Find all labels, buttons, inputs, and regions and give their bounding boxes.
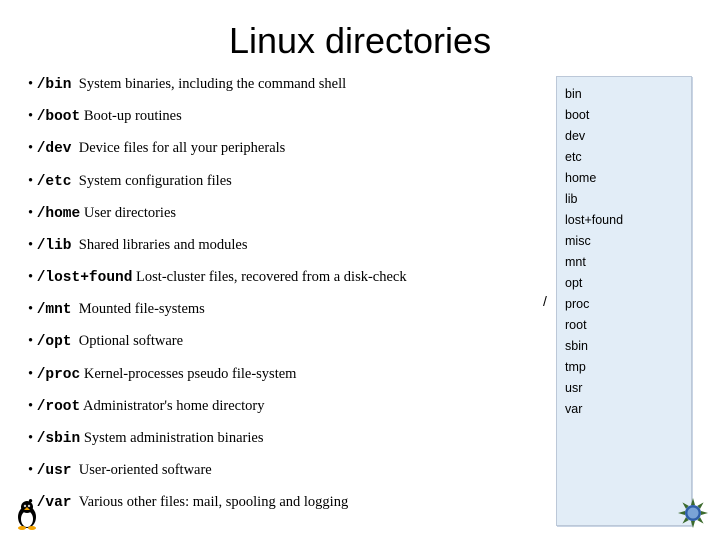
dir-desc: Mounted file-systems bbox=[79, 301, 205, 317]
tree-sidebar: / bin boot dev etc home lib lost+found m… bbox=[556, 76, 692, 526]
tree-item: boot bbox=[565, 104, 683, 125]
dir-desc: System configuration files bbox=[79, 173, 232, 189]
list-item: • /lost+found Lost-cluster files, recove… bbox=[28, 269, 544, 287]
tree-item: var bbox=[565, 398, 683, 419]
tree-item: sbin bbox=[565, 335, 683, 356]
list-item: • /sbin System administration binaries bbox=[28, 430, 544, 448]
list-item: • /dev Device files for all your periphe… bbox=[28, 140, 544, 158]
dir-desc: Various other files: mail, spooling and … bbox=[79, 494, 348, 510]
list-item: • /lib Shared libraries and modules bbox=[28, 237, 544, 255]
dir-desc: Optional software bbox=[79, 333, 183, 349]
dir-name: /var bbox=[37, 495, 72, 511]
tree-item: tmp bbox=[565, 356, 683, 377]
list-item: • /home User directories bbox=[28, 205, 544, 223]
dir-name: /sbin bbox=[37, 431, 81, 447]
tree-item: bin bbox=[565, 83, 683, 104]
tree-item: usr bbox=[565, 377, 683, 398]
dir-desc: Administrator's home directory bbox=[83, 398, 264, 414]
dir-name: /etc bbox=[37, 174, 72, 190]
tree-item: dev bbox=[565, 125, 683, 146]
list-item: • /mnt Mounted file-systems bbox=[28, 301, 544, 319]
dir-name: /lost+found bbox=[37, 270, 133, 286]
dir-name: /bin bbox=[37, 77, 72, 93]
dir-name: /lib bbox=[37, 238, 72, 254]
list-item: • /usr User-oriented software bbox=[28, 462, 544, 480]
tree-item: lost+found bbox=[565, 209, 683, 230]
tree-item: proc bbox=[565, 293, 683, 314]
dir-desc: System binaries, including the command s… bbox=[79, 76, 346, 92]
dir-desc: System administration binaries bbox=[84, 430, 264, 446]
dir-desc: User directories bbox=[84, 205, 176, 221]
dir-name: /dev bbox=[37, 141, 72, 157]
dir-name: /home bbox=[37, 206, 81, 222]
badge-icon bbox=[676, 496, 710, 530]
tree-root: / bbox=[543, 293, 547, 309]
dir-desc: Shared libraries and modules bbox=[79, 237, 248, 253]
dir-name: /root bbox=[37, 399, 81, 415]
slide-content: • /bin System binaries, including the co… bbox=[0, 76, 720, 526]
dir-desc: Boot-up routines bbox=[84, 108, 182, 124]
dir-name: /mnt bbox=[37, 302, 72, 318]
dir-desc: Kernel-processes pseudo file-system bbox=[84, 366, 297, 382]
tree-item: mnt bbox=[565, 251, 683, 272]
dir-desc: User-oriented software bbox=[79, 462, 212, 478]
list-item: • /bin System binaries, including the co… bbox=[28, 76, 544, 94]
directory-list: • /bin System binaries, including the co… bbox=[28, 76, 556, 526]
list-item: • /etc System configuration files bbox=[28, 173, 544, 191]
dir-name: /opt bbox=[37, 334, 72, 350]
list-item: • /var Various other files: mail, spooli… bbox=[28, 494, 544, 512]
tree-item: etc bbox=[565, 146, 683, 167]
dir-desc: Lost-cluster files, recovered from a dis… bbox=[136, 269, 407, 285]
list-item: • /boot Boot-up routines bbox=[28, 108, 544, 126]
list-item: • /opt Optional software bbox=[28, 333, 544, 351]
tree-item: misc bbox=[565, 230, 683, 251]
list-item: • /root Administrator's home directory bbox=[28, 398, 544, 416]
tree-item: root bbox=[565, 314, 683, 335]
dir-name: /usr bbox=[37, 463, 72, 479]
tree-item: lib bbox=[565, 188, 683, 209]
tux-penguin-icon bbox=[14, 500, 40, 530]
list-item: • /proc Kernel-processes pseudo file-sys… bbox=[28, 366, 544, 384]
tree-item: home bbox=[565, 167, 683, 188]
dir-desc: Device files for all your peripherals bbox=[79, 140, 286, 156]
slide-title: Linux directories bbox=[0, 0, 720, 76]
dir-name: /boot bbox=[37, 109, 81, 125]
tree-item: opt bbox=[565, 272, 683, 293]
dir-name: /proc bbox=[37, 367, 81, 383]
